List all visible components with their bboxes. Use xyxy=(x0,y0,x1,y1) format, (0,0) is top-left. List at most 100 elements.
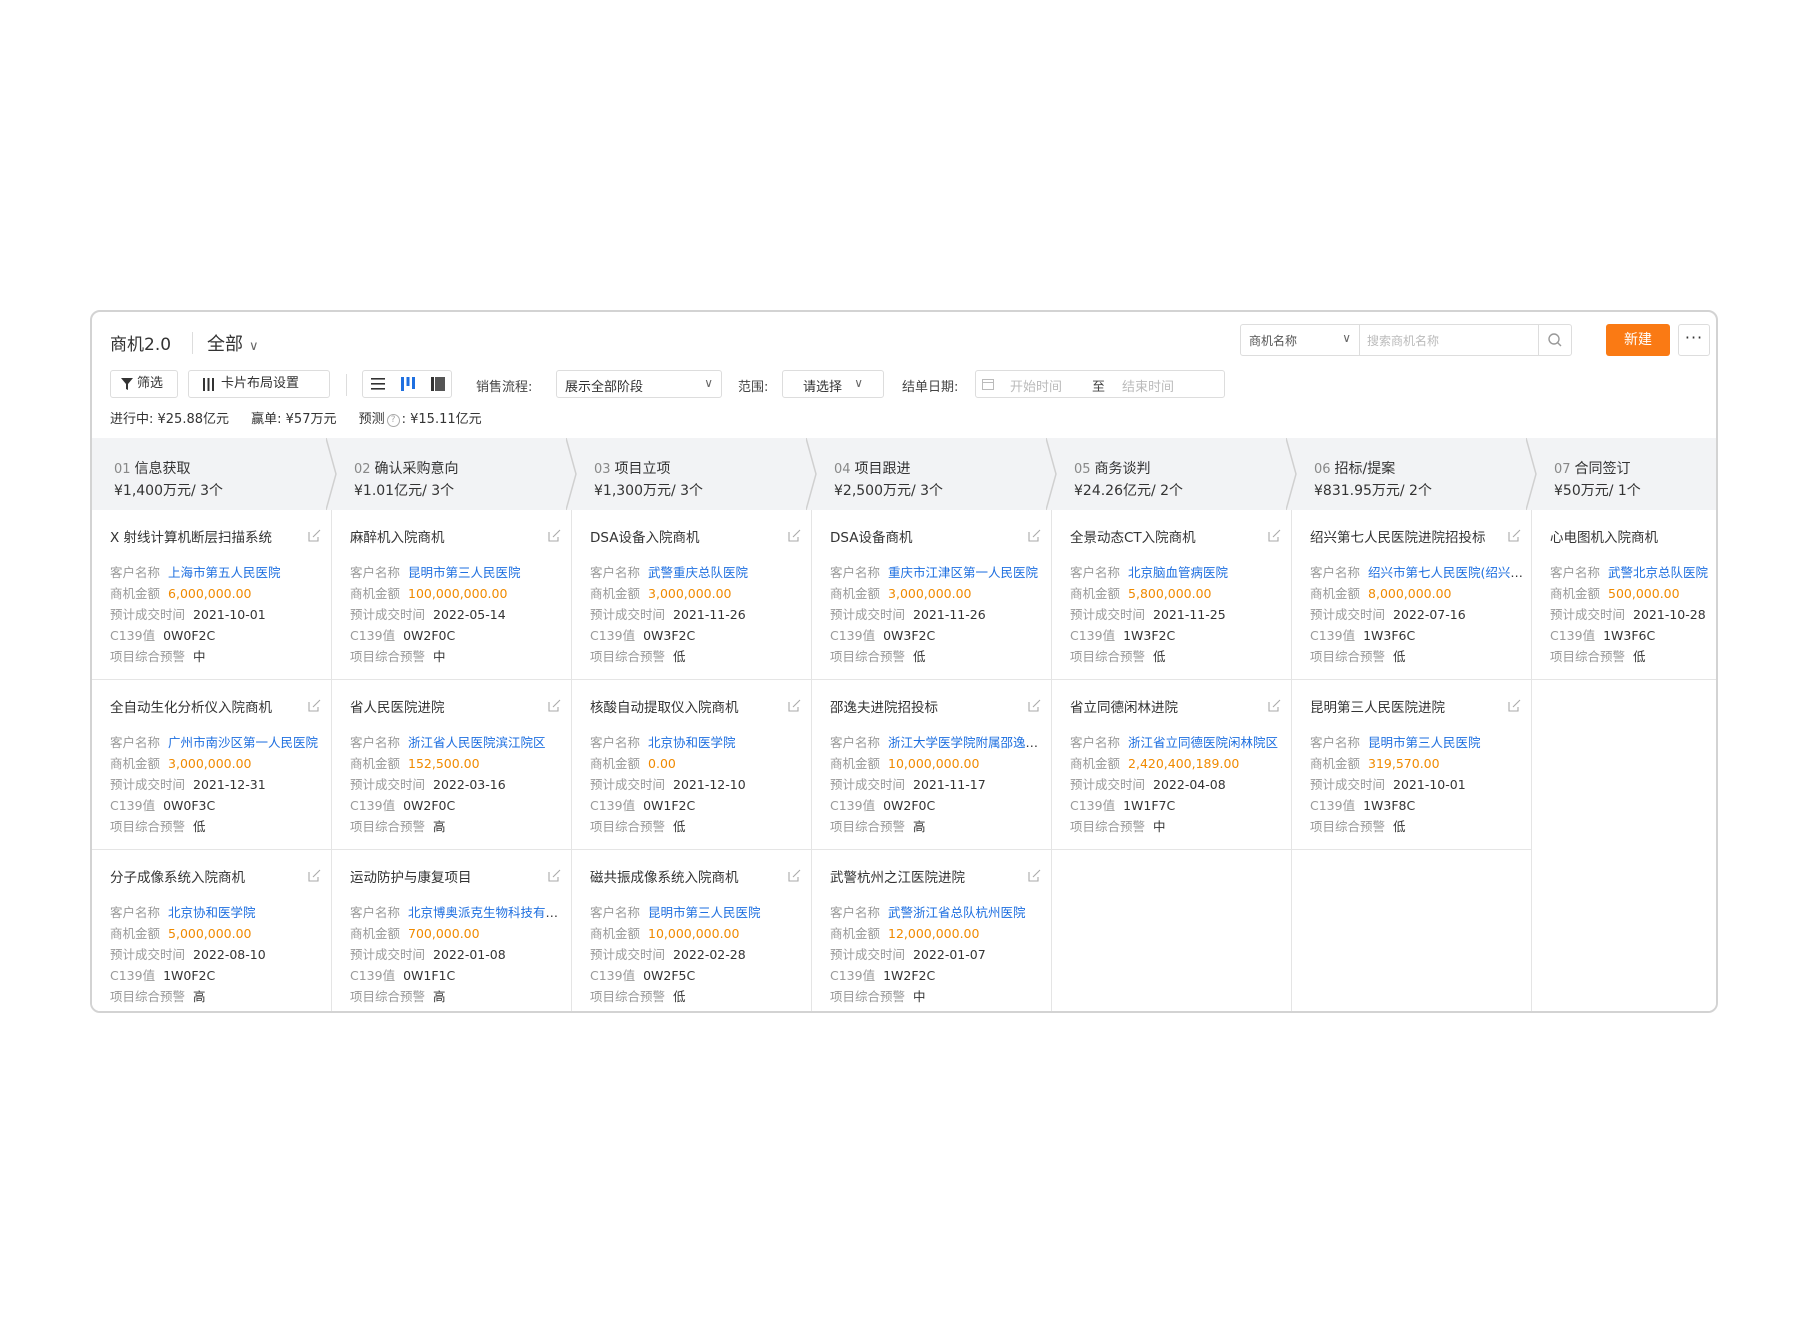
edit-button[interactable] xyxy=(788,527,801,546)
date-to-label: 至 xyxy=(1092,380,1106,395)
opportunity-card[interactable]: 运动防护与康复项目 客户名称 北京博奥派克生物科技有限公司 商机金额 700,000.0… xyxy=(332,850,572,1011)
card-layout-button[interactable]: 卡片布局设置 xyxy=(188,370,330,398)
customer-link[interactable]: 绍兴市第七人民医院(绍兴市精神卫生中心) xyxy=(1368,565,1528,580)
opportunity-card[interactable]: 麻醉机入院商机 客户名称 昆明市第三人民医院 商机金额 100,000,000.00 预计… xyxy=(332,510,572,680)
list-view-button[interactable] xyxy=(363,371,393,397)
close-date-range[interactable]: 开始时间 至 结束时间 xyxy=(975,370,1225,398)
card-title[interactable]: DSA设备入院商机 xyxy=(590,526,780,546)
opportunity-card[interactable]: 核酸自动提取仪入院商机 客户名称 北京协和医学院 商机金额 0.00 预计成交时间 2021… xyxy=(572,680,812,850)
stage-03[interactable]: 03 项目立项 ¥1,300万元/ 3个 xyxy=(572,438,817,510)
stage-05[interactable]: 05 商务谈判 ¥24.26亿元/ 2个 xyxy=(1052,438,1297,510)
opportunity-card[interactable]: 邵逸夫进院招投标 客户名称 浙江大学医学院附属邵逸夫医院 商机金额 10,000,000… xyxy=(812,680,1052,850)
edit-button[interactable] xyxy=(548,527,561,546)
card-title[interactable]: 磁共振成像系统入院商机 xyxy=(590,866,780,886)
customer-link[interactable]: 昆明市第三人民医院 xyxy=(1368,735,1481,750)
opportunity-card[interactable]: 全自动生化分析仪入院商机 客户名称 广州市南沙区第一人民医院 商机金额 3,000,00… xyxy=(92,680,332,850)
opportunity-card[interactable]: 武警杭州之江医院进院 客户名称 武警浙江省总队杭州医院 商机金额 12,000,000.… xyxy=(812,850,1052,1011)
customer-link[interactable]: 武警北京总队医院 xyxy=(1608,565,1708,580)
edit-icon xyxy=(788,869,801,882)
edit-button[interactable] xyxy=(788,697,801,716)
edit-button[interactable] xyxy=(1028,867,1041,886)
edit-button[interactable] xyxy=(308,527,321,546)
opportunity-card[interactable]: 省人民医院进院 客户名称 浙江省人民医院滨江院区 商机金额 152,500.00 预计成交… xyxy=(332,680,572,850)
edit-button[interactable] xyxy=(1268,697,1281,716)
edit-button[interactable] xyxy=(548,697,561,716)
opportunity-card[interactable]: 绍兴第七人民医院进院招投标客户名称绍兴市第七人民医院(绍兴市精神卫生中心) 商机金… xyxy=(1292,510,1532,680)
edit-button[interactable] xyxy=(308,867,321,886)
amount-value: 500,000.00 xyxy=(1608,586,1680,601)
customer-label: 客户名称 xyxy=(590,565,641,580)
customer-link[interactable]: 浙江大学医学院附属邵逸夫医院 xyxy=(888,735,1048,750)
card-title[interactable]: 全景动态CT入院商机 xyxy=(1070,526,1260,546)
opportunity-card[interactable]: 心电图机入院商机 客户名称 武警北京总队医院 商机金额 500,000.00 预计成交时间… xyxy=(1532,510,1716,680)
edit-button[interactable] xyxy=(1508,527,1521,546)
more-button[interactable]: ··· xyxy=(1678,324,1710,356)
card-title[interactable]: 省人民医院进院 xyxy=(350,696,540,716)
card-title[interactable]: 麻醉机入院商机 xyxy=(350,526,540,546)
stage-06[interactable]: 06 招标/提案 ¥831.95万元/ 2个 xyxy=(1292,438,1537,510)
search-button[interactable] xyxy=(1538,325,1571,355)
edit-button[interactable] xyxy=(1028,697,1041,716)
stage-summary: ¥50万元/ 1个 xyxy=(1554,483,1641,499)
customer-link[interactable]: 北京脑血管病医院 xyxy=(1128,565,1228,580)
card-title[interactable]: X 射线计算机断层扫描系统 xyxy=(110,526,300,546)
customer-link[interactable]: 上海市第五人民医院 xyxy=(168,565,281,580)
filter-button[interactable]: 筛选 xyxy=(110,370,178,398)
opportunity-card[interactable]: 分子成像系统入院商机 客户名称 北京协和医学院 商机金额 5,000,000.00 预计成… xyxy=(92,850,332,1011)
customer-link[interactable]: 昆明市第三人民医院 xyxy=(408,565,521,580)
card-title[interactable]: 运动防护与康复项目 xyxy=(350,866,540,886)
customer-link[interactable]: 武警重庆总队医院 xyxy=(648,565,748,580)
card-title[interactable]: 武警杭州之江医院进院 xyxy=(830,866,1020,886)
customer-link[interactable]: 重庆市江津区第一人民医院 xyxy=(888,565,1038,580)
card-title[interactable]: 心电图机入院商机 xyxy=(1550,526,1716,546)
opportunity-card[interactable]: 昆明第三人民医院进院 客户名称 昆明市第三人民医院 商机金额 319,570.00 预计成… xyxy=(1292,680,1532,850)
help-icon[interactable]: ? xyxy=(386,414,400,427)
opportunity-card[interactable]: 省立同德闲林进院 客户名称 浙江省立同德医院闲林院区 商机金额 2,420,400,18… xyxy=(1052,680,1292,850)
customer-link[interactable]: 武警浙江省总队杭州医院 xyxy=(888,905,1026,920)
customer-link[interactable]: 北京协和医学院 xyxy=(648,735,736,750)
card-title[interactable]: 分子成像系统入院商机 xyxy=(110,866,300,886)
stage-02[interactable]: 02 确认采购意向 ¥1.01亿元/ 3个 xyxy=(332,438,577,510)
search-field-select[interactable]: 商机名称 ∨ xyxy=(1241,325,1360,355)
card-title[interactable]: 核酸自动提取仪入院商机 xyxy=(590,696,780,716)
date-start-input[interactable]: 开始时间 xyxy=(1010,376,1062,395)
customer-link[interactable]: 北京博奥派克生物科技有限公司 xyxy=(408,905,568,920)
opportunity-card[interactable]: DSA设备商机 客户名称 重庆市江津区第一人民医院 商机金额 3,000,000.00 预… xyxy=(812,510,1052,680)
card-title[interactable]: 全自动生化分析仪入院商机 xyxy=(110,696,300,716)
amount-label: 商机金额 xyxy=(830,586,881,601)
stage-01[interactable]: 01 信息获取 ¥1,400万元/ 3个 xyxy=(92,438,337,510)
card-title[interactable]: 省立同德闲林进院 xyxy=(1070,696,1260,716)
customer-link[interactable]: 广州市南沙区第一人民医院 xyxy=(168,735,318,750)
opportunity-card[interactable]: X 射线计算机断层扫描系统 客户名称 上海市第五人民医院 商机金额 6,000,000.… xyxy=(92,510,332,680)
edit-button[interactable] xyxy=(788,867,801,886)
card-view-button[interactable] xyxy=(423,371,453,397)
edit-button[interactable] xyxy=(308,697,321,716)
search-input[interactable] xyxy=(1365,328,1529,354)
edit-button[interactable] xyxy=(1028,527,1041,546)
stage-07[interactable]: 07 合同签订 ¥50万元/ 1个 xyxy=(1532,438,1716,510)
opportunity-card[interactable]: DSA设备入院商机 客户名称 武警重庆总队医院 商机金额 3,000,000.00 预计成… xyxy=(572,510,812,680)
kanban-view-button[interactable] xyxy=(393,371,423,397)
filter-icon xyxy=(121,378,133,390)
card-title[interactable]: DSA设备商机 xyxy=(830,526,1020,546)
page-title: 商机2.0 xyxy=(110,335,172,355)
customer-link[interactable]: 昆明市第三人民医院 xyxy=(648,905,761,920)
amount-label: 商机金额 xyxy=(830,756,881,771)
new-button[interactable]: 新建 xyxy=(1606,324,1670,356)
card-title[interactable]: 邵逸夫进院招投标 xyxy=(830,696,1020,716)
range-select[interactable]: 请选择 ∨ xyxy=(782,370,884,398)
sales-flow-select[interactable]: 展示全部阶段 ∨ xyxy=(556,370,722,398)
customer-link[interactable]: 浙江省人民医院滨江院区 xyxy=(408,735,546,750)
customer-link[interactable]: 北京协和医学院 xyxy=(168,905,256,920)
edit-button[interactable] xyxy=(1508,697,1521,716)
edit-button[interactable] xyxy=(1268,527,1281,546)
stage-04[interactable]: 04 项目跟进 ¥2,500万元/ 3个 xyxy=(812,438,1057,510)
customer-link[interactable]: 浙江省立同德医院闲林院区 xyxy=(1128,735,1278,750)
edit-button[interactable] xyxy=(548,867,561,886)
opportunity-card[interactable]: 全景动态CT入院商机 客户名称 北京脑血管病医院 商机金额 5,800,000.00 预计… xyxy=(1052,510,1292,680)
card-title[interactable]: 绍兴第七人民医院进院招投标 xyxy=(1310,526,1500,546)
card-title[interactable]: 昆明第三人民医院进院 xyxy=(1310,696,1500,716)
scope-dropdown[interactable]: 全部 ∨ xyxy=(207,330,259,356)
opportunity-card[interactable]: 磁共振成像系统入院商机 客户名称 昆明市第三人民医院 商机金额 10,000,000.0… xyxy=(572,850,812,1011)
date-end-input[interactable]: 结束时间 xyxy=(1122,376,1174,395)
